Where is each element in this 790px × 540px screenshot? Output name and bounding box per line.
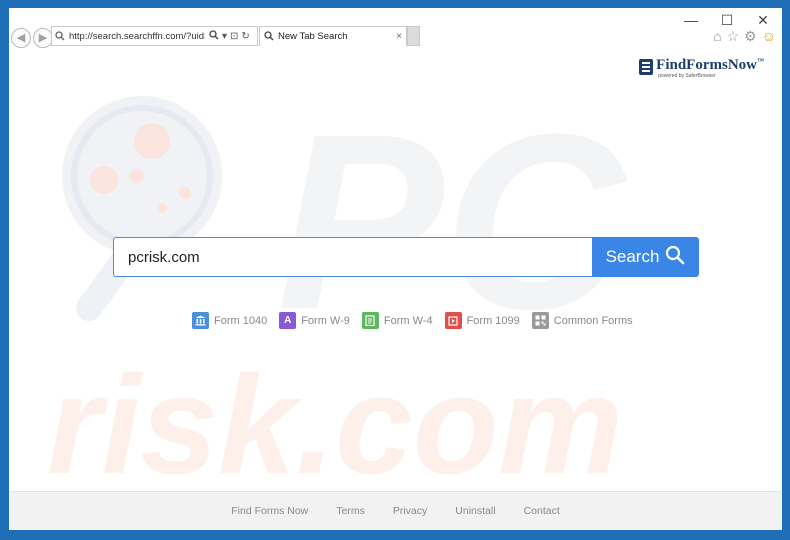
logo-tagline: powered by SaferBrowser — [658, 73, 716, 79]
quick-link-label: Form 1099 — [466, 314, 520, 327]
maximize-button[interactable]: ☐ — [716, 12, 738, 28]
tab-close-icon[interactable]: × — [396, 31, 402, 42]
smiley-icon[interactable]: ☺ — [762, 28, 776, 44]
letter-a-icon: A — [279, 312, 297, 329]
refresh-icon[interactable]: ↻ — [241, 31, 249, 42]
quick-link-label: Common Forms — [553, 314, 633, 327]
toolbar-icons: ⌂ ☆ ⚙ ☺ — [713, 28, 776, 44]
search-icon — [665, 245, 685, 270]
quick-link-form-w9[interactable]: A Form W-9 — [279, 312, 350, 329]
star-icon[interactable]: ☆ — [727, 28, 740, 44]
footer: Find Forms Now Terms Privacy Uninstall C… — [9, 491, 782, 530]
quick-link-common-forms[interactable]: Common Forms — [531, 312, 633, 329]
watermark-text: risk.com — [47, 346, 623, 503]
findformsnow-logo[interactable]: FindFormsNow™ powered by SaferBrowser — [639, 54, 764, 79]
footer-link-contact[interactable]: Contact — [524, 505, 560, 517]
browser-chrome: — ☐ ✕ ◀ ▶ http://search.searchffn.com/?u… — [9, 8, 782, 52]
search-button[interactable]: Search — [592, 237, 699, 277]
quick-links: Form 1040 A Form W-9 Form W-4 Form 1099 … — [192, 312, 633, 329]
lock-icon[interactable]: ⊡ — [230, 31, 238, 42]
search-box: Search — [113, 237, 699, 277]
quick-link-label: Form W-9 — [301, 314, 350, 327]
quick-link-label: Form 1040 — [214, 314, 268, 327]
address-bar[interactable]: http://search.searchffn.com/?uid=! ▾ ⊡ ↻ — [51, 26, 258, 46]
address-actions: ▾ ⊡ ↻ — [209, 29, 250, 43]
forward-button[interactable]: ▶ — [33, 28, 53, 48]
footer-link-find-forms-now[interactable]: Find Forms Now — [231, 505, 308, 517]
arrow-left-icon: ◀ — [16, 32, 26, 44]
footer-link-terms[interactable]: Terms — [336, 505, 365, 517]
tab-new-tab-search[interactable]: New Tab Search × — [259, 26, 407, 46]
page-icon — [55, 31, 65, 41]
minimize-button[interactable]: — — [680, 12, 702, 28]
search-input[interactable] — [113, 237, 592, 277]
quick-link-form-1040[interactable]: Form 1040 — [192, 312, 267, 329]
document-icon — [444, 312, 462, 329]
footer-link-privacy[interactable]: Privacy — [393, 505, 427, 517]
browser-window: PC risk.com — ☐ ✕ ◀ ▶ http://search.sear… — [9, 8, 782, 530]
gear-icon[interactable]: ⚙ — [744, 28, 757, 44]
search-button-label: Search — [605, 247, 660, 266]
search-icon — [264, 28, 274, 46]
address-url[interactable]: http://search.searchffn.com/?uid=! — [69, 31, 205, 42]
clipboard-icon — [361, 312, 379, 329]
footer-link-uninstall[interactable]: Uninstall — [455, 505, 495, 517]
back-button[interactable]: ◀ — [11, 28, 31, 48]
home-icon[interactable]: ⌂ — [713, 28, 721, 44]
tab-title: New Tab Search — [278, 31, 348, 42]
logo-icon — [639, 58, 654, 75]
quick-link-form-w4[interactable]: Form W-4 — [361, 312, 433, 329]
arrow-right-icon: ▶ — [38, 32, 48, 44]
quick-link-form-1099[interactable]: Form 1099 — [444, 312, 520, 329]
new-tab-button[interactable] — [407, 26, 420, 46]
qr-code-icon — [531, 312, 549, 329]
quick-link-label: Form W-4 — [383, 314, 433, 327]
search-icon[interactable] — [209, 29, 219, 43]
watermark-magnifier-lens — [62, 96, 222, 256]
close-button[interactable]: ✕ — [752, 12, 774, 28]
dropdown-icon[interactable]: ▾ — [222, 31, 227, 42]
logo-text: FindFormsNow™ — [656, 57, 764, 73]
window-controls: — ☐ ✕ — [680, 12, 774, 28]
bank-icon — [192, 312, 209, 329]
